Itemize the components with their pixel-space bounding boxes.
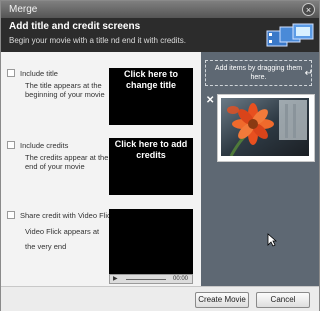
title-bar: Merge × (1, 1, 319, 18)
include-title-checkbox[interactable] (7, 69, 15, 77)
credits-preview[interactable]: Click here to add credits (109, 138, 193, 195)
share-credit-description: Video Flick appears at the very end (25, 227, 100, 251)
create-movie-button[interactable]: Create Movie (195, 292, 249, 308)
share-credit-checkbox[interactable] (7, 211, 15, 219)
merge-window: Merge × Add title and credit screens Beg… (0, 0, 320, 311)
footer-bar: Create Movie Cancel (1, 286, 319, 311)
flower-photo-image (221, 98, 309, 156)
include-credits-label: Include credits (20, 141, 69, 150)
header-title: Add title and credit screens (9, 21, 141, 32)
mouse-cursor-icon (267, 233, 277, 247)
player-controls: ▶ 00:00 (109, 274, 193, 284)
drag-arrow-icon: ↵ (304, 68, 313, 79)
film-stack-icon (266, 23, 314, 47)
play-icon[interactable]: ▶ (113, 275, 118, 283)
include-credits-checkbox[interactable] (7, 141, 15, 149)
storyboard-pane: Add items by dragging them here. ↵ ✕ (201, 52, 319, 286)
include-title-description: The title appears at the beginning of yo… (25, 81, 105, 99)
clip-thumbnail[interactable] (217, 94, 315, 162)
seek-bar[interactable] (126, 279, 166, 280)
title-preview[interactable]: Click here to change title (109, 68, 193, 125)
add-credits-text: Click here to add credits (114, 139, 188, 160)
close-button[interactable]: × (302, 3, 315, 16)
time-display: 00:00 (172, 276, 188, 282)
remove-clip-icon[interactable]: ✕ (206, 95, 214, 106)
share-credit-label: Share credit with Video Flick (20, 211, 115, 220)
drop-zone[interactable]: Add items by dragging them here. (205, 60, 312, 86)
header-banner: Add title and credit screens Begin your … (1, 18, 319, 52)
change-title-text: Click here to change title (123, 69, 179, 90)
include-title-label: Include title (20, 69, 58, 78)
video-preview (109, 209, 193, 274)
window-title: Merge (9, 4, 38, 15)
options-pane: Include title The title appears at the b… (1, 52, 201, 286)
cancel-button[interactable]: Cancel (256, 292, 310, 308)
header-subtitle: Begin your movie with a title nd end it … (9, 36, 186, 45)
include-credits-description: The credits appear at the end of your mo… (25, 153, 109, 171)
